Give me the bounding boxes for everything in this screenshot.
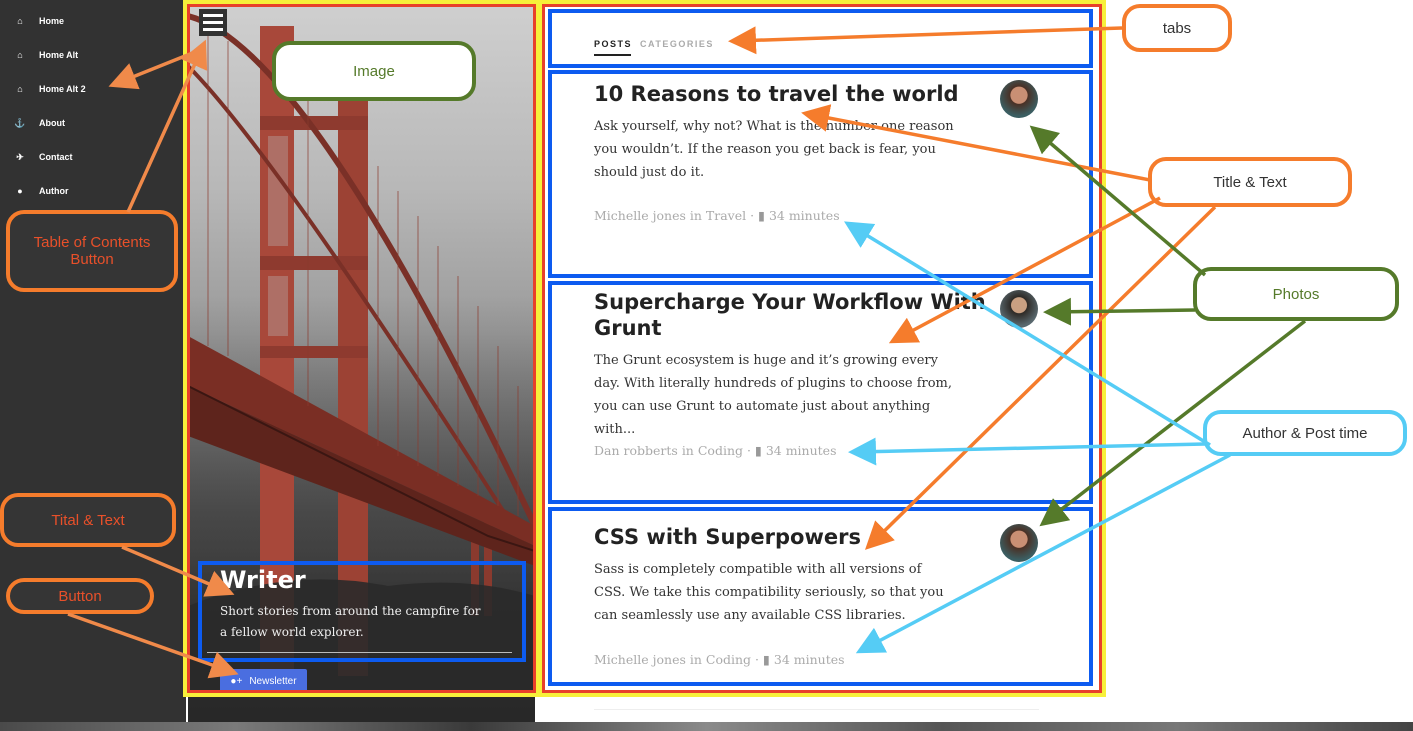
annotation-arrows [67,26,1307,679]
